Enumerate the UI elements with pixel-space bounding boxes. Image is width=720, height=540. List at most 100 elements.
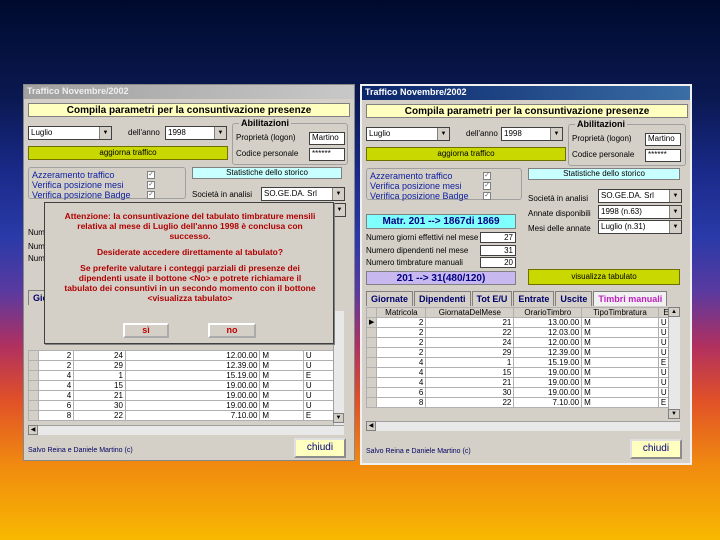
table-row[interactable]: ▶ 2 21 13.00.00 M U: [365, 317, 681, 328]
right-years-select[interactable]: 1998 (n.63) ▼: [598, 205, 682, 219]
scroll-left-icon[interactable]: ◀: [28, 425, 38, 435]
chevron-down-icon[interactable]: ▼: [99, 127, 111, 139]
table-row[interactable]: 4 15 19.00.00 M U: [28, 380, 345, 391]
chevron-down-icon[interactable]: ▼: [669, 221, 681, 233]
left-company-value: SO.GE.DA. Srl: [264, 189, 317, 198]
table-row[interactable]: 4 21 19.00.00 M U: [365, 377, 681, 388]
row-selector[interactable]: [28, 370, 39, 381]
table-row[interactable]: 8 22 7.10.00 M E: [28, 410, 345, 421]
left-company-select[interactable]: SO.GE.DA. Srl ▼: [261, 187, 345, 201]
right-years-label: Annate disponibili: [528, 209, 591, 218]
left-month-select[interactable]: Luglio ▼: [28, 126, 112, 140]
table-cell: M: [581, 387, 659, 398]
table-row[interactable]: 2 29 12.39.00 M U: [28, 360, 345, 371]
dialog-yes-button[interactable]: sì: [123, 323, 169, 338]
right-owner-field[interactable]: Martino: [645, 133, 681, 146]
right-company-select[interactable]: SO.GE.DA. Srl ▼: [598, 189, 682, 203]
chevron-down-icon[interactable]: ▼: [214, 127, 226, 139]
row-pointer-icon[interactable]: ▶: [365, 317, 378, 328]
scroll-left-icon[interactable]: ◀: [366, 421, 376, 431]
left-update-button[interactable]: aggiorna traffico: [28, 146, 228, 160]
left-opt2-checkbox[interactable]: ✓: [147, 181, 155, 189]
table-row[interactable]: 4 21 19.00.00 M U: [28, 390, 345, 401]
right-view-tabulato-button[interactable]: visualizza tabulato: [528, 269, 680, 285]
left-owner-field[interactable]: Martino: [309, 132, 345, 145]
row-selector[interactable]: [365, 347, 378, 358]
right-horizontal-scrollbar[interactable]: [366, 421, 680, 431]
table-row[interactable]: 4 1 15.19.00 M E: [28, 370, 345, 381]
right-update-button[interactable]: aggiorna traffico: [366, 147, 566, 161]
left-close-button[interactable]: chiudi: [294, 438, 346, 458]
row-selector[interactable]: [28, 410, 39, 421]
tab-dipendenti[interactable]: Dipendenti: [414, 291, 471, 306]
tab-entrate[interactable]: Entrate: [513, 291, 555, 306]
left-opt3-checkbox[interactable]: ✓: [147, 191, 155, 199]
tab-timbri-manuali[interactable]: Timbri manuali: [593, 291, 668, 306]
row-selector[interactable]: [365, 377, 378, 388]
right-opt1-checkbox[interactable]: ✓: [483, 172, 491, 180]
right-code-field[interactable]: ******: [645, 149, 681, 162]
row-selector-header: [365, 307, 378, 318]
chevron-down-icon[interactable]: ▼: [333, 204, 345, 216]
table-row[interactable]: 2 29 12.39.00 M U: [365, 347, 681, 358]
row-selector[interactable]: [365, 397, 378, 408]
row-selector[interactable]: [28, 390, 39, 401]
row-selector[interactable]: [28, 350, 39, 361]
right-month-select[interactable]: Luglio ▼: [366, 127, 450, 141]
left-opt1-checkbox[interactable]: ✓: [147, 171, 155, 179]
table-row[interactable]: 8 22 7.10.00 M E: [365, 397, 681, 408]
chevron-down-icon[interactable]: ▼: [550, 128, 562, 140]
left-year-select[interactable]: 1998 ▼: [165, 126, 227, 140]
left-horizontal-scrollbar[interactable]: [28, 425, 344, 435]
row-selector[interactable]: [365, 367, 378, 378]
row-selector[interactable]: [365, 387, 378, 398]
left-code-field[interactable]: ******: [309, 148, 345, 161]
scroll-up-icon[interactable]: ▲: [668, 307, 680, 317]
table-row[interactable]: 6 30 19.00.00 M U: [28, 400, 345, 411]
row-selector[interactable]: [365, 327, 378, 338]
table-row[interactable]: 2 22 12.03.00 M U: [365, 327, 681, 338]
right-vertical-scrollbar[interactable]: [668, 307, 680, 419]
row-selector[interactable]: [365, 337, 378, 348]
tab-giornate[interactable]: Giornate: [366, 291, 414, 306]
dialog-no-button[interactable]: no: [208, 323, 256, 338]
right-header: Compila parametri per la consuntivazione…: [366, 104, 688, 118]
chevron-down-icon[interactable]: ▼: [332, 188, 344, 200]
table-row[interactable]: 4 15 19.00.00 M U: [365, 367, 681, 378]
right-year-select[interactable]: 1998 ▼: [501, 127, 563, 141]
scroll-down-icon[interactable]: ▼: [333, 413, 344, 423]
row-selector[interactable]: [28, 360, 39, 371]
table-cell: 4: [37, 370, 75, 381]
table-row[interactable]: 6 30 19.00.00 M U: [365, 387, 681, 398]
right-months-select[interactable]: Luglio (n.31) ▼: [598, 220, 682, 234]
table-cell: 24: [73, 350, 126, 361]
right-emp-field[interactable]: 31: [480, 245, 516, 256]
left-table-body: 2 24 12.00.00 M U 2 29 12.39.00 M U 4 1 15.19.00 M E 4 1…: [28, 350, 345, 421]
right-manual-field[interactable]: 20: [480, 257, 516, 268]
column-header[interactable]: GiornataDelMese: [425, 307, 515, 318]
column-header[interactable]: Matricola: [376, 307, 427, 318]
right-year-label: dell'anno: [466, 129, 498, 138]
right-days-field[interactable]: 27: [480, 232, 516, 243]
tab-tot-e-u[interactable]: Tot E/U: [471, 291, 513, 306]
table-row[interactable]: 2 24 12.00.00 M U: [365, 337, 681, 348]
right-opt2-checkbox[interactable]: ✓: [483, 182, 491, 190]
left-vertical-scrollbar[interactable]: [333, 311, 344, 425]
right-opt3-checkbox[interactable]: ✓: [483, 192, 491, 200]
chevron-down-icon[interactable]: ▼: [437, 128, 449, 140]
tab-uscite[interactable]: Uscite: [555, 291, 593, 306]
table-cell: 19.00.00: [513, 387, 583, 398]
chevron-down-icon[interactable]: ▼: [669, 206, 681, 218]
right-close-button[interactable]: chiudi: [630, 439, 682, 459]
left-years-select-arrow[interactable]: ▼: [333, 203, 346, 217]
right-opt3-label: Verifica posizione Badge: [370, 191, 469, 201]
row-selector[interactable]: [28, 380, 39, 391]
column-header[interactable]: TipoTimbratura: [581, 307, 659, 318]
chevron-down-icon[interactable]: ▼: [669, 190, 681, 202]
table-row[interactable]: 4 1 15.19.00 M E: [365, 357, 681, 368]
table-row[interactable]: 2 24 12.00.00 M U: [28, 350, 345, 361]
row-selector[interactable]: [365, 357, 378, 368]
column-header[interactable]: OrarioTimbro: [513, 307, 583, 318]
row-selector[interactable]: [28, 400, 39, 411]
scroll-down-icon[interactable]: ▼: [668, 409, 680, 419]
